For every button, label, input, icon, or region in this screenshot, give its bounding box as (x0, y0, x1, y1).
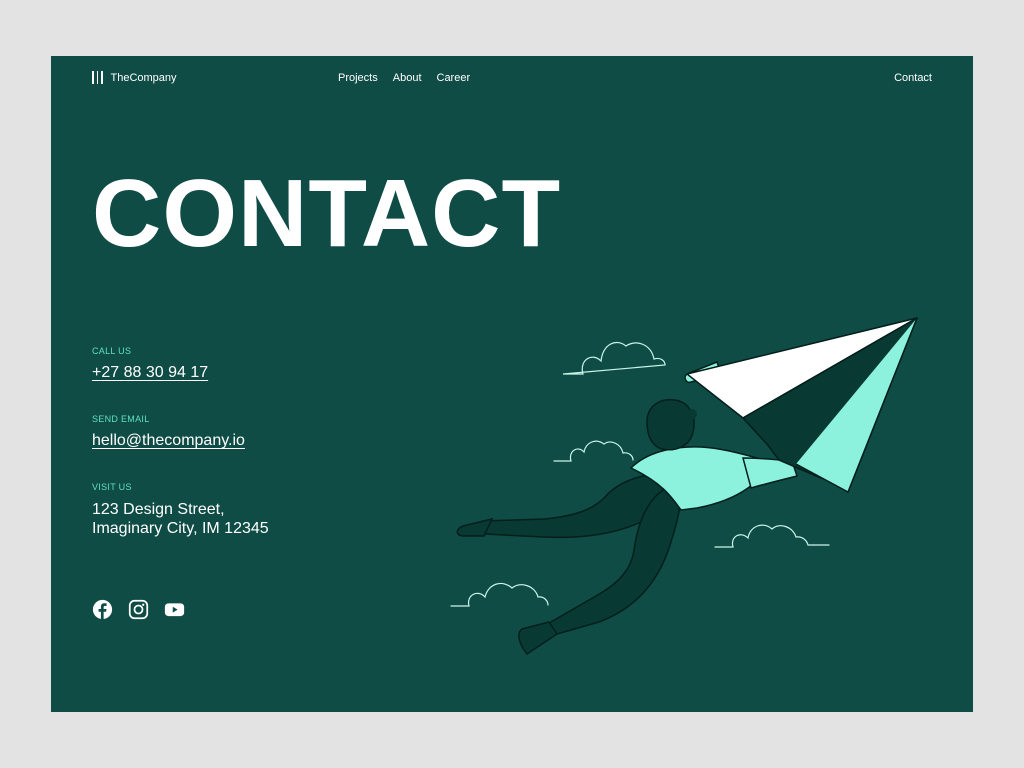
cloud-icon (450, 582, 549, 607)
paper-plane-illustration (450, 317, 918, 656)
page-frame: TheCompany Projects About Career Contact… (51, 56, 973, 712)
cloud-icon (714, 524, 830, 548)
cloud-icon (553, 440, 634, 462)
cloud-icon (562, 341, 666, 375)
